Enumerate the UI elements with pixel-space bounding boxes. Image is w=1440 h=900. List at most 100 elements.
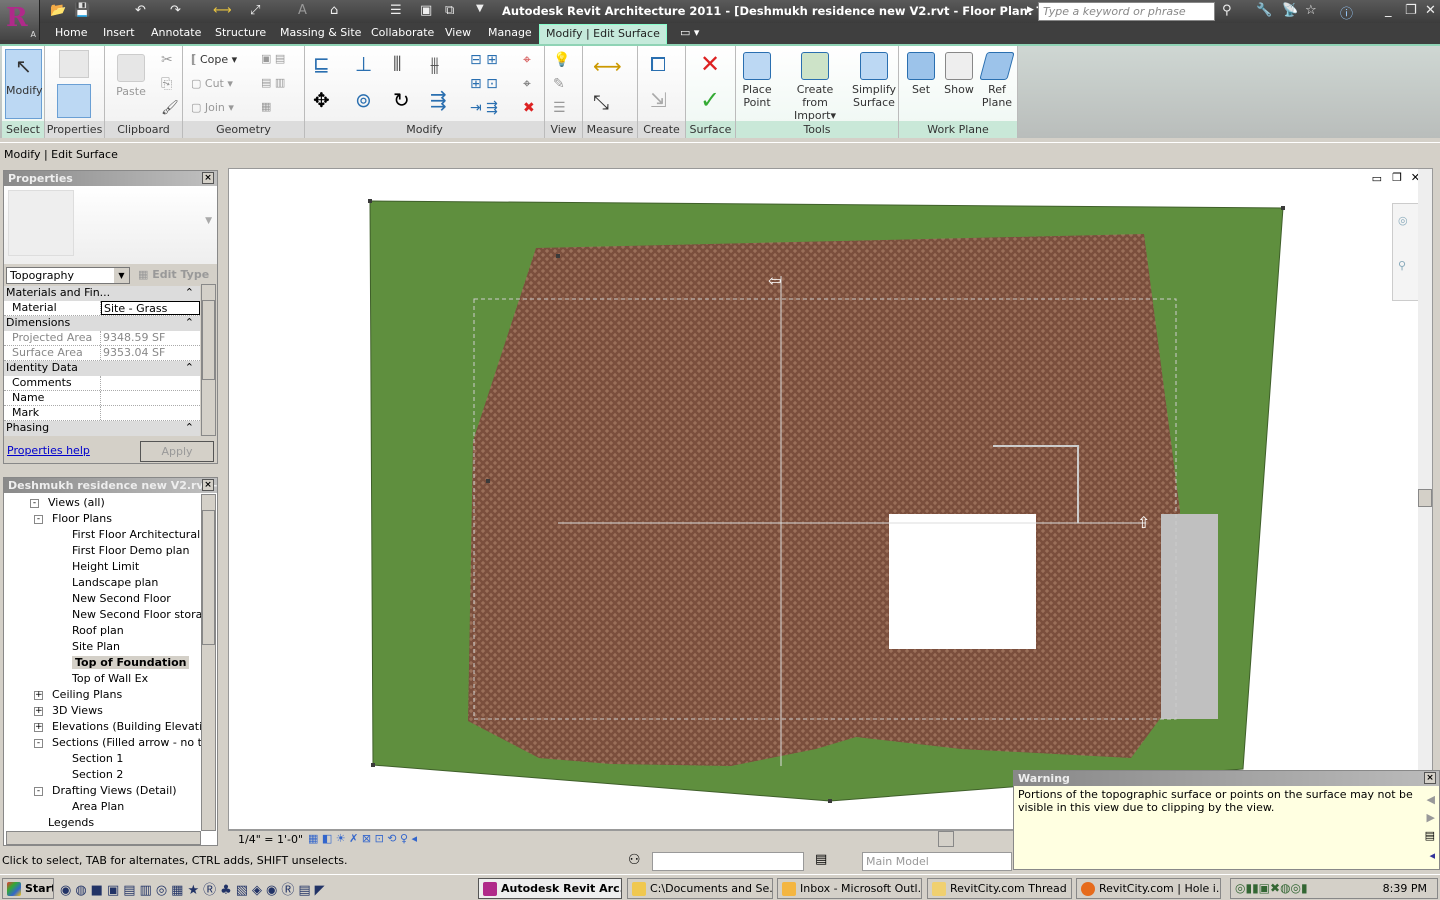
tab-structure[interactable]: Structure	[215, 26, 266, 39]
place-point-button[interactable]: Place Point	[738, 52, 776, 109]
previous-arrow-icon[interactable]: ◀	[1427, 793, 1435, 806]
tree-view-item[interactable]: Roof plan	[72, 624, 124, 637]
copy-icon[interactable]: ⎘	[161, 76, 172, 92]
collapse-icon[interactable]: -	[34, 515, 43, 524]
taskbar-item-explorer[interactable]: C:\Documents and Se...	[627, 878, 773, 899]
level-marker-icon[interactable]: ⇦	[768, 271, 781, 290]
tree-elevations[interactable]: Elevations (Building Elevatior	[52, 720, 213, 733]
measure-icon[interactable]: ⟷	[213, 3, 232, 18]
tab-modify-edit-surface[interactable]: Modify | Edit Surface	[539, 24, 667, 44]
scale-icon[interactable]: ⇥ ⇶	[470, 100, 498, 116]
surface-point[interactable]	[368, 199, 372, 203]
scale-selector[interactable]: 1/4" = 1'-0"	[238, 833, 303, 846]
surface-point[interactable]	[1281, 206, 1285, 210]
view-control-icons[interactable]: ▦ ◧ ☀ ✗ ⊠ ⊡ ⟲ ♀ ◂	[308, 832, 417, 845]
zoom-icon[interactable]: ⚲	[1398, 259, 1406, 272]
gray-region[interactable]	[1161, 514, 1218, 719]
cut-scissors-icon[interactable]: ✂	[161, 52, 173, 68]
scroll-thumb[interactable]	[202, 300, 215, 380]
qat-dropdown-icon[interactable]: ▼	[476, 3, 484, 14]
tab-home[interactable]: Home	[55, 26, 87, 39]
tab-collaborate[interactable]: Collaborate	[371, 26, 434, 39]
application-menu-button[interactable]: R A	[0, 0, 40, 40]
view-minimize-button[interactable]: ▭	[1372, 172, 1382, 185]
tree-3d-views[interactable]: 3D Views	[52, 704, 103, 717]
match-properties-icon[interactable]: 🖌	[161, 100, 179, 116]
tab-view[interactable]: View	[445, 26, 471, 39]
property-row[interactable]: Projected Area 9348.59 SF	[4, 331, 200, 346]
drawing-canvas[interactable]: ⇦ ⇧ ▭ ❐ ✕ ◎ ⚲	[228, 168, 1433, 830]
property-row[interactable]: Comments	[4, 376, 200, 391]
tree-view-item[interactable]: Landscape plan	[72, 576, 158, 589]
view-restore-button[interactable]: ❐	[1392, 171, 1402, 184]
quick-launch-icons[interactable]: ◉◍■▣▤▥◎▦★Ⓡ♣▧◈◉Ⓡ▤◤	[60, 879, 329, 898]
close-hidden-icon[interactable]: ▣	[420, 3, 432, 18]
switch-windows-icon[interactable]: ⧉	[445, 3, 454, 18]
help-search-input[interactable]: Type a keyword or phrase	[1038, 2, 1215, 21]
measure-distance-icon[interactable]: ⟷	[593, 56, 622, 76]
tree-view-item[interactable]: Top of Wall Ex	[72, 672, 148, 685]
cut-geometry-button[interactable]: ▢ Cut ▾	[191, 77, 233, 90]
type-properties-icon[interactable]	[59, 50, 89, 78]
expand-icon[interactable]: +	[34, 707, 43, 716]
redo-icon[interactable]: ↷	[170, 3, 181, 18]
tree-view-item[interactable]: Height Limit	[72, 560, 139, 573]
expand-icon[interactable]: +	[34, 723, 43, 732]
collapse-group-icon[interactable]: ⌃	[185, 316, 200, 331]
offset-icon[interactable]: ⊥	[355, 54, 372, 74]
collapse-group-icon[interactable]: ⌃	[185, 421, 200, 436]
expand-icon[interactable]: +	[34, 691, 43, 700]
tree-legends[interactable]: Legends	[48, 816, 94, 829]
copy-element-icon[interactable]: ⊚	[355, 90, 372, 110]
open-icon[interactable]: 📂	[50, 3, 66, 18]
save-icon[interactable]: 💾	[74, 3, 90, 18]
surface-point[interactable]	[828, 799, 832, 803]
property-group[interactable]: Phasing ⌃	[4, 421, 200, 436]
mirror-draw-axis-icon[interactable]: ⫵	[430, 54, 439, 74]
tree-drafting-views[interactable]: Drafting Views (Detail)	[52, 784, 177, 797]
tab-manage[interactable]: Manage	[488, 26, 532, 39]
collapse-icon[interactable]: -	[34, 739, 43, 748]
taskbar-item-outlook[interactable]: Inbox - Microsoft Outl...	[777, 878, 922, 899]
expand-icon[interactable]: ▤	[1425, 829, 1435, 842]
tree-view-item[interactable]: Section 2	[72, 768, 123, 781]
worksets-icon[interactable]: ⚇	[628, 852, 641, 868]
brick-paving-area[interactable]	[468, 234, 1180, 766]
surface-point[interactable]	[486, 479, 490, 483]
property-row[interactable]: Surface Area 9353.04 SF	[4, 346, 200, 361]
collapse-group-icon[interactable]: ⌃	[185, 286, 200, 301]
type-selector-preview[interactable]: ▼	[4, 186, 217, 264]
next-arrow-icon[interactable]: ▶	[1427, 811, 1435, 824]
unpin-icon[interactable]: ⌖	[523, 52, 531, 68]
split-face-icon[interactable]: ▤ ▥	[261, 76, 285, 89]
undo-icon[interactable]: ↶	[135, 3, 146, 18]
section-icon[interactable]: ☰	[390, 3, 402, 18]
favorites-star-icon[interactable]: ☆	[1305, 3, 1317, 18]
ref-plane-button[interactable]: Ref Plane	[979, 52, 1015, 109]
demolish-icon[interactable]: ▦	[261, 100, 271, 113]
set-work-plane-button[interactable]: Set	[903, 52, 939, 96]
tab-massing-site[interactable]: Massing & Site	[280, 26, 361, 39]
tree-view-item[interactable]: Top of Foundation	[72, 656, 190, 669]
properties-toggle-icon[interactable]	[57, 84, 91, 118]
dimension-icon[interactable]: ⤢	[250, 3, 260, 18]
simplify-surface-button[interactable]: Simplify Surface	[852, 52, 896, 109]
create-from-import-button[interactable]: Create from Import▾	[780, 52, 850, 122]
property-group[interactable]: Identity Data ⌃	[4, 361, 200, 376]
text-icon[interactable]: A	[298, 3, 307, 18]
move-icon[interactable]: ✥	[313, 90, 330, 110]
tree-views-all[interactable]: Views (all)	[48, 496, 105, 509]
level-marker-icon[interactable]: ⇧	[1137, 513, 1150, 532]
edit-type-button[interactable]: ▦ Edit Type	[138, 268, 209, 281]
close-warning-button[interactable]: ×	[1424, 772, 1436, 784]
tree-view-item[interactable]: New Second Floor	[72, 592, 171, 605]
browser-vertical-scrollbar[interactable]	[201, 494, 216, 831]
floor-plan-view[interactable]: ⇦ ⇧	[229, 169, 1434, 831]
delete-icon[interactable]: ✖	[523, 100, 535, 116]
finish-surface-icon[interactable]: ✓	[700, 88, 720, 112]
tree-view-item[interactable]: New Second Floor storag	[72, 608, 209, 621]
restore-button[interactable]: ❐	[1405, 3, 1417, 18]
subscription-key-icon[interactable]: 🔧	[1256, 3, 1272, 18]
properties-help-link[interactable]: Properties help	[7, 444, 90, 457]
collapse-icon[interactable]: -	[34, 787, 43, 796]
